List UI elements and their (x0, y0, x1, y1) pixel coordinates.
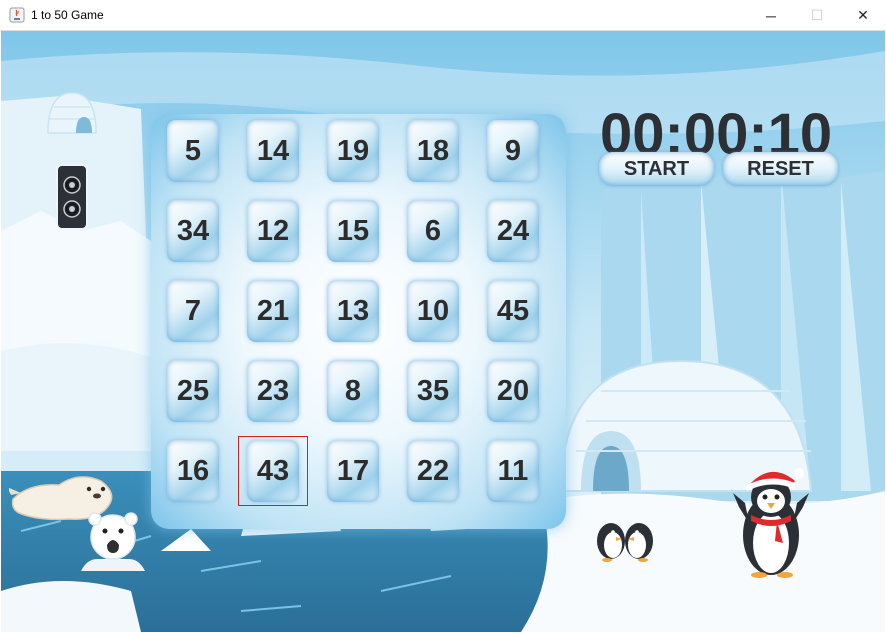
number-tile[interactable]: 16 (167, 440, 219, 502)
maximize-button[interactable]: ☐ (794, 0, 840, 31)
number-tile[interactable]: 10 (407, 280, 459, 342)
tile-number: 10 (416, 294, 450, 327)
tile-number: 24 (496, 214, 530, 247)
game-board: 5 14 19 18 9 34 12 15 6 24 7 21 13 10 45 25 23 8 35 20 16 43 1… (151, 114, 566, 529)
number-tile[interactable]: 11 (487, 440, 539, 502)
number-tile[interactable]: 12 (247, 200, 299, 262)
tile-number: 7 (184, 294, 202, 327)
santa-penguin-icon (733, 468, 809, 578)
minimize-button[interactable]: ─ (748, 0, 794, 31)
number-tile[interactable]: 5 (167, 120, 219, 182)
reset-button-label: RESET (747, 157, 814, 180)
number-tile[interactable]: 23 (247, 360, 299, 422)
number-tile[interactable]: 22 (407, 440, 459, 502)
start-button[interactable]: START (599, 152, 714, 186)
tile-number: 20 (496, 374, 530, 407)
speaker-icon[interactable] (56, 164, 88, 230)
tile-number: 23 (256, 374, 290, 407)
tile-number: 18 (416, 134, 450, 167)
selection-highlight (238, 436, 308, 506)
number-tile[interactable]: 34 (167, 200, 219, 262)
number-tile[interactable]: 15 (327, 200, 379, 262)
polar-bear-icon (81, 512, 145, 571)
tile-number: 9 (504, 134, 522, 167)
close-button[interactable]: ✕ (840, 0, 886, 31)
tile-number: 14 (256, 134, 290, 167)
java-app-icon (9, 7, 25, 23)
game-scene: 5 14 19 18 9 34 12 15 6 24 7 21 13 10 45 25 23 8 35 20 16 43 1… (1, 31, 885, 632)
tile-number: 12 (256, 214, 290, 247)
tile-number: 5 (184, 134, 202, 167)
number-tile[interactable]: 19 (327, 120, 379, 182)
number-tile[interactable]: 17 (327, 440, 379, 502)
window-title: 1 to 50 Game (31, 8, 104, 22)
number-tile[interactable]: 9 (487, 120, 539, 182)
tile-number: 17 (336, 454, 370, 487)
igloo-icon (47, 92, 97, 134)
number-tile[interactable]: 25 (167, 360, 219, 422)
tile-number: 6 (424, 214, 442, 247)
penguin-pair-icon (597, 523, 653, 562)
tile-number: 19 (336, 134, 370, 167)
tile-number: 13 (336, 294, 370, 327)
number-tile[interactable]: 14 (247, 120, 299, 182)
tile-number: 25 (176, 374, 210, 407)
tile-number: 15 (336, 214, 370, 247)
tile-number: 11 (497, 454, 529, 487)
number-tile[interactable]: 35 (407, 360, 459, 422)
number-tile[interactable]: 21 (247, 280, 299, 342)
tile-number: 22 (416, 454, 450, 487)
title-bar: 1 to 50 Game ─ ☐ ✕ (0, 0, 886, 31)
tile-number: 21 (256, 294, 290, 327)
close-icon: ✕ (857, 7, 869, 23)
maximize-icon: ☐ (810, 7, 824, 23)
number-tile[interactable]: 20 (487, 360, 539, 422)
tile-number: 8 (344, 374, 362, 407)
number-tile[interactable]: 7 (167, 280, 219, 342)
tile-number: 16 (176, 454, 210, 487)
number-tile[interactable]: 18 (407, 120, 459, 182)
number-tile[interactable]: 13 (327, 280, 379, 342)
minimize-icon: ─ (766, 7, 776, 24)
tile-number: 35 (416, 374, 450, 407)
tile-number: 34 (176, 214, 210, 247)
number-tile[interactable]: 6 (407, 200, 459, 262)
number-tile[interactable]: 45 (487, 280, 539, 342)
number-tile[interactable]: 8 (327, 360, 379, 422)
tile-number: 45 (496, 294, 530, 327)
start-button-label: START (623, 157, 690, 180)
reset-button[interactable]: RESET (723, 152, 838, 186)
number-tile[interactable]: 24 (487, 200, 539, 262)
